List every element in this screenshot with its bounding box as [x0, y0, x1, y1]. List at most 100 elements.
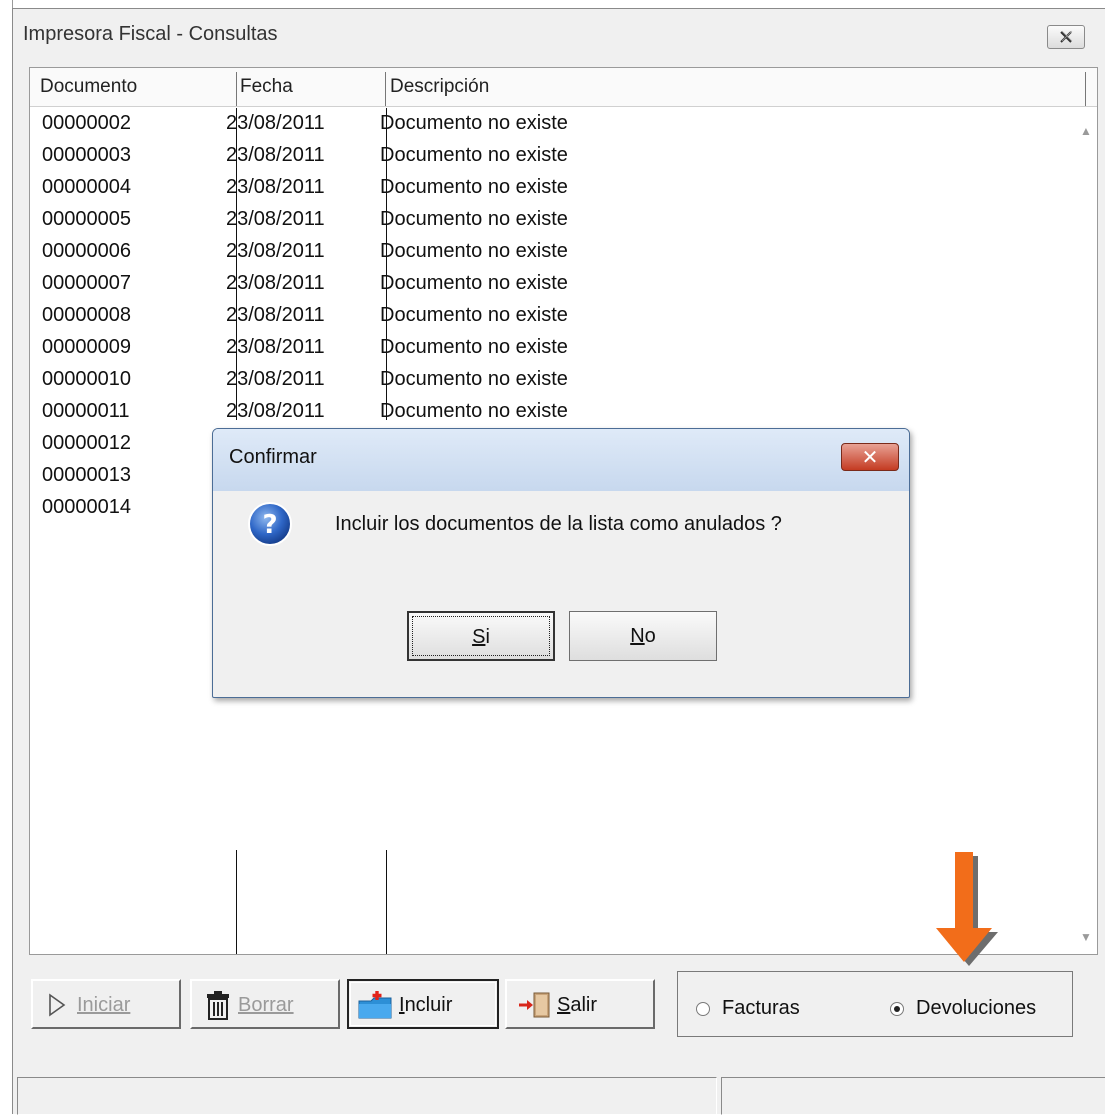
- column-separator[interactable]: [385, 72, 386, 106]
- borrar-button[interactable]: Borrar: [190, 979, 340, 1029]
- cell-fecha: 23/08/2011: [226, 208, 325, 230]
- no-label: No: [570, 625, 716, 648]
- table-row[interactable]: 00000009 23/08/2011 Documento no existe: [30, 332, 1070, 364]
- cell-fecha: 23/08/2011: [226, 112, 325, 134]
- salir-rest: alir: [570, 994, 598, 1016]
- status-panel-main: [17, 1077, 717, 1115]
- confirm-dialog: Confirmar ✕ ? Incluir los documentos de …: [212, 428, 910, 698]
- grid-line-fecha-bottom: [236, 850, 237, 954]
- table-row[interactable]: 00000002 23/08/2011 Documento no existe: [30, 108, 1070, 140]
- list-header: Documento Fecha Descripción: [30, 68, 1097, 107]
- include-folder-icon: [358, 991, 392, 1019]
- cell-fecha: 23/08/2011: [226, 240, 325, 262]
- cell-fecha: 23/08/2011: [226, 176, 325, 198]
- cell-descripcion: Documento no existe: [380, 208, 568, 230]
- window-title: Impresora Fiscal - Consultas: [23, 23, 278, 45]
- devoluciones-label[interactable]: Devoluciones: [916, 997, 1036, 1020]
- table-row[interactable]: 00000010 23/08/2011 Documento no existe: [30, 364, 1070, 396]
- trash-icon: [207, 991, 229, 1020]
- cell-documento: 00000003: [42, 144, 131, 166]
- no-button[interactable]: No: [569, 611, 717, 661]
- table-row[interactable]: 00000008 23/08/2011 Documento no existe: [30, 300, 1070, 332]
- cell-documento: 00000005: [42, 208, 131, 230]
- salir-mnemonic: S: [557, 994, 571, 1016]
- column-header-fecha[interactable]: Fecha: [240, 76, 293, 98]
- no-mnemonic: N: [630, 625, 645, 647]
- cell-fecha: 23/08/2011: [226, 144, 325, 166]
- cell-descripcion: Documento no existe: [380, 176, 568, 198]
- yes-label: Si: [409, 626, 553, 649]
- cell-documento: 00000006: [42, 240, 131, 262]
- play-outline-icon: [49, 993, 66, 1017]
- incluir-rest: ncluir: [404, 994, 453, 1016]
- dialog-title: Confirmar: [229, 446, 317, 468]
- cell-documento: 00000014: [42, 496, 131, 518]
- close-icon: [1060, 30, 1073, 43]
- cell-documento: 00000012: [42, 432, 131, 454]
- cell-fecha: 23/08/2011: [226, 400, 325, 422]
- dialog-title-bar: Confirmar ✕: [213, 429, 909, 491]
- orange-arrow-icon: [936, 852, 998, 966]
- cell-descripcion: Documento no existe: [380, 240, 568, 262]
- cell-descripcion: Documento no existe: [380, 304, 568, 326]
- facturas-label[interactable]: Facturas: [722, 997, 800, 1020]
- yes-mnemonic: S: [472, 626, 486, 648]
- title-bar: Impresora Fiscal - Consultas: [13, 9, 1105, 65]
- table-row[interactable]: 00000006 23/08/2011 Documento no existe: [30, 236, 1070, 268]
- table-row[interactable]: 00000011 23/08/2011 Documento no existe: [30, 396, 1070, 428]
- column-separator[interactable]: [236, 72, 237, 106]
- table-row[interactable]: 00000004 23/08/2011 Documento no existe: [30, 172, 1070, 204]
- column-header-descripcion[interactable]: Descripción: [390, 76, 489, 98]
- document-type-group: Facturas Devoluciones: [677, 971, 1073, 1037]
- devoluciones-radio[interactable]: [890, 1002, 904, 1016]
- table-row[interactable]: 00000003 23/08/2011 Documento no existe: [30, 140, 1070, 172]
- cell-fecha: 23/08/2011: [226, 368, 325, 390]
- iniciar-button[interactable]: Iniciar: [31, 979, 181, 1029]
- scroll-up-arrow-icon[interactable]: ▲: [1080, 124, 1092, 138]
- column-header-documento[interactable]: Documento: [40, 76, 137, 98]
- dialog-body: ? Incluir los documentos de la lista com…: [219, 491, 903, 691]
- yes-button[interactable]: Si: [407, 611, 555, 661]
- cell-documento: 00000011: [42, 400, 130, 422]
- exit-door-icon: [519, 992, 550, 1018]
- table-row[interactable]: 00000005 23/08/2011 Documento no existe: [30, 204, 1070, 236]
- radio-selected-dot: [894, 1006, 900, 1012]
- table-row[interactable]: 00000007 23/08/2011 Documento no existe: [30, 268, 1070, 300]
- facturas-radio[interactable]: [696, 1002, 710, 1016]
- cell-documento: 00000007: [42, 272, 131, 294]
- cell-fecha: 23/08/2011: [226, 272, 325, 294]
- cell-descripcion: Documento no existe: [380, 336, 568, 358]
- cell-documento: 00000004: [42, 176, 131, 198]
- dialog-close-button[interactable]: ✕: [841, 443, 899, 471]
- cell-descripcion: Documento no existe: [380, 144, 568, 166]
- status-panel-secondary: [721, 1077, 1105, 1115]
- cell-descripcion: Documento no existe: [380, 368, 568, 390]
- svg-text:?: ?: [262, 510, 277, 540]
- cell-documento: 00000013: [42, 464, 131, 486]
- cell-documento: 00000010: [42, 368, 131, 390]
- no-rest: o: [644, 625, 656, 647]
- cell-documento: 00000009: [42, 336, 131, 358]
- iniciar-label: Iniciar: [77, 994, 131, 1016]
- grid-line-desc-bottom: [386, 850, 387, 954]
- cell-documento: 00000008: [42, 304, 131, 326]
- column-separator[interactable]: [1085, 72, 1086, 106]
- scroll-down-arrow-icon[interactable]: ▼: [1080, 930, 1092, 944]
- cell-descripcion: Documento no existe: [380, 272, 568, 294]
- yes-rest: i: [485, 626, 490, 648]
- salir-label: Salir: [557, 994, 597, 1017]
- dialog-message: Incluir los documentos de la lista como …: [335, 513, 782, 535]
- close-icon: ✕: [861, 447, 879, 469]
- cell-documento: 00000002: [42, 112, 131, 134]
- incluir-label: Incluir: [399, 994, 452, 1017]
- incluir-button[interactable]: Incluir: [347, 979, 499, 1029]
- window-close-button[interactable]: [1047, 25, 1085, 49]
- cell-fecha: 23/08/2011: [226, 304, 325, 326]
- cell-descripcion: Documento no existe: [380, 112, 568, 134]
- salir-button[interactable]: Salir: [505, 979, 655, 1029]
- borrar-label: Borrar: [238, 994, 294, 1016]
- status-bar: [17, 1077, 1105, 1115]
- question-icon: ?: [248, 502, 292, 546]
- cell-descripcion: Documento no existe: [380, 400, 568, 422]
- cell-fecha: 23/08/2011: [226, 336, 325, 358]
